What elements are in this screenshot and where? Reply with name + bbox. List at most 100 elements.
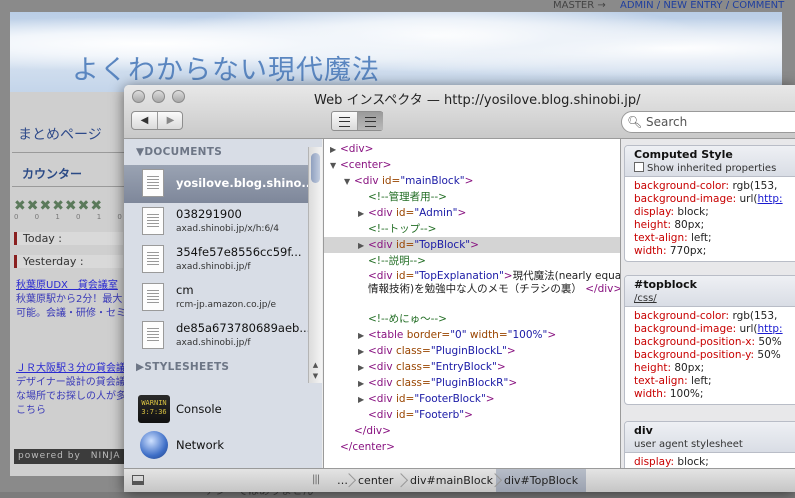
powered-by-badge[interactable]: powered by NINJA <box>14 449 124 464</box>
style-property[interactable]: background-color: rgb(153, <box>634 180 795 193</box>
dom-attr-value: "TopExplanation" <box>414 270 504 282</box>
property-value: 50% <box>758 336 782 348</box>
style-property[interactable]: width: 100%; <box>634 388 795 401</box>
document-item[interactable]: 354fe57e8556cc59f... axad.shinobi.jp/f <box>124 241 308 279</box>
breadcrumb-item[interactable]: div#TopBlock <box>496 469 587 492</box>
search-field[interactable]: 🔍︎ Search <box>621 111 795 133</box>
dom-node[interactable]: ▶ <div class="EntryBlock"> <box>324 359 620 376</box>
disclosure-closed-icon[interactable]: ▶ <box>358 344 368 360</box>
style-property[interactable]: background-image: url(http: <box>634 323 795 336</box>
style-property[interactable]: background-color: rgb(153, <box>634 310 795 323</box>
zoom-window-button[interactable] <box>172 90 185 103</box>
style-properties: background-color: rgb(153, background-ima… <box>625 307 795 404</box>
dom-node[interactable]: <!--管理者用--> <box>324 189 620 205</box>
document-item[interactable]: 038291900 axad.shinobi.jp/x/h:6/4 <box>124 203 308 241</box>
inspector-statusbar: ||| … center div#mainBlock div#TopBlock <box>124 468 795 492</box>
disclosure-closed-icon[interactable]: ▶ <box>358 376 368 392</box>
console-item[interactable]: WARNIN 3:7:36 Console <box>124 391 322 427</box>
dom-node[interactable]: ▼ <center> <box>324 157 620 174</box>
admin-links[interactable]: ADMIN / NEW ENTRY / COMMENT <box>620 0 784 12</box>
ua-rule-section: div user agent stylesheet display: block… <box>624 421 795 468</box>
breadcrumb-item[interactable]: div#mainBlock <box>402 469 501 492</box>
ad-link[interactable]: 秋葉原UDX 貸会議室 <box>16 279 126 292</box>
stylesheet-link[interactable]: /css/ <box>634 293 657 304</box>
style-property[interactable]: height: 80px; <box>634 219 795 232</box>
document-url: axad.shinobi.jp/x/h:6/4 <box>176 224 279 234</box>
scrollbar-thumb[interactable] <box>311 153 320 183</box>
ad-link[interactable]: ＪＲ大阪駅３分の貸会議 <box>16 362 126 375</box>
style-property[interactable]: height: 80px; <box>634 362 795 375</box>
stylesheets-header[interactable]: ▶STYLESHEETS <box>136 361 229 373</box>
style-property[interactable]: width: 770px; <box>634 245 795 258</box>
inspector-sidebar: ▼DOCUMENTS yosilove.blog.shino... 038291… <box>124 139 322 468</box>
style-property[interactable]: display: block; <box>634 206 795 219</box>
property-value: rgb(153, <box>732 310 778 322</box>
style-property[interactable]: display: block; <box>634 456 795 468</box>
console-icon: WARNIN 3:7:36 <box>138 395 170 423</box>
document-item[interactable]: yosilove.blog.shino... <box>124 165 315 203</box>
dom-node[interactable]: <!--めにゅ〜--> <box>324 311 620 327</box>
style-property[interactable]: background-image: url(http: <box>634 193 795 206</box>
style-property[interactable]: background-position-y: 50% <box>634 349 795 362</box>
style-property[interactable]: background-position-x: 50% <box>634 336 795 349</box>
dom-tree-view-button[interactable] <box>332 112 358 130</box>
blog-title[interactable]: よくわからない現代魔法 <box>72 48 380 87</box>
style-property[interactable]: text-align: left; <box>634 232 795 245</box>
dom-node[interactable]: ▶ <div class="PluginBlockR"> <box>324 375 620 392</box>
computed-style-header[interactable]: Computed Style Show inherited properties <box>625 146 795 177</box>
property-value: left; <box>690 375 712 387</box>
property-url-link[interactable]: http: <box>757 323 782 335</box>
ad-text: こちら <box>16 405 46 416</box>
rule-header[interactable]: div user agent stylesheet <box>625 422 795 453</box>
sidebar-scrollbar[interactable]: ▲ ▼ <box>308 147 322 383</box>
dom-node[interactable]: ▼ <div id="mainBlock"> <box>324 173 620 190</box>
dom-node[interactable]: ▶ <div id="Admin"> <box>324 205 620 222</box>
dom-node[interactable]: </center> <box>324 439 620 455</box>
dom-node[interactable]: <!--トップ--> <box>324 221 620 237</box>
list-icon <box>339 117 350 127</box>
document-item[interactable]: de85a673780689aeb... axad.shinobi.jp/f <box>124 317 310 355</box>
sidebar-resize-grip[interactable]: ||| <box>312 474 320 485</box>
dom-node[interactable]: <div id="Footerb"> <box>324 407 620 423</box>
dom-tag: <div <box>368 377 393 389</box>
window-titlebar[interactable]: Web インスペクタ — http://yosilove.blog.shinob… <box>124 85 795 139</box>
dom-attr-value: "mainBlock" <box>400 175 465 187</box>
dom-tag: <div <box>368 409 393 421</box>
master-link[interactable]: MASTER → <box>553 0 606 12</box>
disclosure-closed-icon[interactable]: ▶ <box>358 392 368 408</box>
disclosure-closed-icon[interactable]: ▶ <box>330 142 340 158</box>
dom-outline-view-button[interactable] <box>358 112 383 130</box>
dom-node[interactable]: <!--説明--> <box>324 253 620 269</box>
dom-node[interactable]: ▶ <div class="PluginBlockL"> <box>324 343 620 360</box>
style-property[interactable]: text-align: left; <box>634 375 795 388</box>
dom-attr-name: id= <box>392 270 415 282</box>
scroll-down-icon[interactable]: ▼ <box>311 372 320 380</box>
disclosure-open-icon[interactable]: ▼ <box>330 158 340 174</box>
show-inherited-checkbox[interactable]: Show inherited properties <box>634 162 776 174</box>
disclosure-closed-icon[interactable]: ▶ <box>358 206 368 222</box>
dock-toggle-icon[interactable] <box>132 475 144 485</box>
disclosure-closed-icon[interactable]: ▶ <box>358 328 368 344</box>
property-name: height: <box>634 362 675 374</box>
disclosure-closed-icon[interactable]: ▶ <box>358 360 368 376</box>
scroll-up-icon[interactable]: ▲ <box>311 361 320 369</box>
document-item[interactable]: cm rcm-jp.amazon.co.jp/e <box>124 279 308 317</box>
disclosure-closed-icon[interactable]: ▶ <box>358 238 368 254</box>
dom-node[interactable]: ▶ <div id="TopBlock"> <box>324 237 620 254</box>
disclosure-open-icon[interactable]: ▼ <box>344 174 354 190</box>
dom-node[interactable]: <div id="TopExplanation">現代魔法(nearly equ… <box>368 270 620 296</box>
documents-header[interactable]: ▼DOCUMENTS <box>136 146 222 158</box>
close-window-button[interactable] <box>132 90 145 103</box>
back-button[interactable]: ◀ <box>132 112 158 129</box>
rule-header[interactable]: #topblock /css/ <box>625 276 795 307</box>
minimize-window-button[interactable] <box>152 90 165 103</box>
dom-node[interactable]: </div> <box>324 423 620 439</box>
property-url-link[interactable]: http: <box>757 193 782 205</box>
dom-node[interactable]: ▶ <table border="0" width="100%"> <box>324 327 620 344</box>
network-item[interactable]: Network <box>124 427 322 463</box>
dom-node[interactable]: ▶ <div> <box>324 141 620 158</box>
forward-button[interactable]: ▶ <box>158 112 183 129</box>
dom-attr-value: "100%" <box>507 329 548 341</box>
property-name: background-color: <box>634 310 733 322</box>
dom-node[interactable]: ▶ <div id="FooterBlock"> <box>324 391 620 408</box>
